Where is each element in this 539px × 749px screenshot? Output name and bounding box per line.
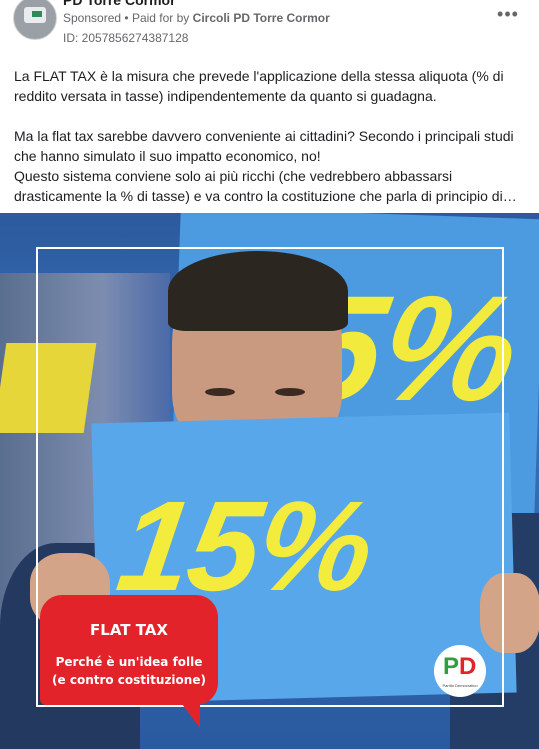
post-paragraph-1: La FLAT TAX è la misura che prevede l'ap… <box>14 68 504 104</box>
separator-dot: • <box>124 11 129 25</box>
more-horizontal-icon[interactable]: ••• <box>496 5 520 26</box>
paid-for-by-entity[interactable]: Circoli PD Torre Cormor <box>193 11 330 25</box>
post-text: La FLAT TAX è la misura che prevede l'ap… <box>14 66 526 206</box>
callout-tail <box>170 688 200 728</box>
pd-logo-d: D <box>459 653 477 680</box>
post-paragraph-2: Ma la flat tax sarebbe davvero convenien… <box>14 128 514 164</box>
ad-header: PD Torre Cormor Sponsored • Paid for by … <box>0 0 539 58</box>
post-paragraph-3[interactable]: Questo sistema conviene solo ai più ricc… <box>14 166 526 206</box>
paid-for-by-label: Paid for by <box>131 11 190 25</box>
callout-line-2: (e contro costituzione) <box>52 673 206 687</box>
page-avatar[interactable] <box>13 0 57 40</box>
sponsored-label: Sponsored <box>63 11 122 25</box>
ad-id: ID: 2057856274387128 <box>63 31 189 45</box>
ad-image[interactable]: 5% 15% FLAT TAX Perché è un'idea folle (… <box>0 213 539 749</box>
callout-subtitle: Perché è un'idea folle (e contro costitu… <box>40 653 218 689</box>
sponsor-line: Sponsored • Paid for by Circoli PD Torre… <box>63 11 330 25</box>
avatar-accent <box>32 11 42 17</box>
callout-line-1: Perché è un'idea folle <box>55 655 203 669</box>
callout-title: FLAT TAX <box>90 621 168 639</box>
pd-logo-p: P <box>443 653 460 680</box>
pd-logo: P D Partito Democratico <box>434 645 486 697</box>
pd-logo-tagline: Partito Democratico <box>442 683 478 688</box>
page-name-link[interactable]: PD Torre Cormor <box>63 0 176 8</box>
